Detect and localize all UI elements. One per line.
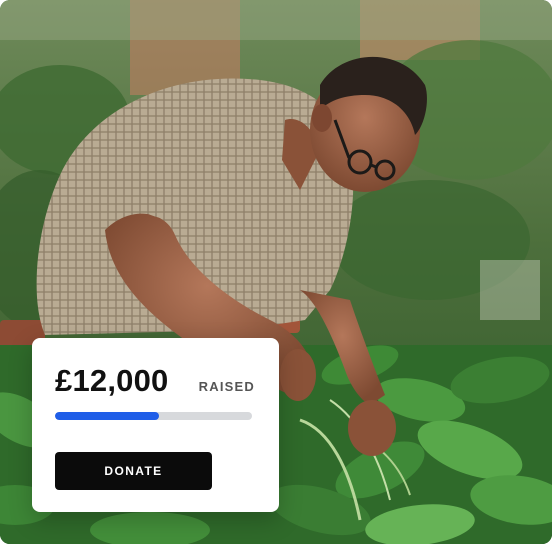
fundraiser-card: £12,000 RAISED DONATE <box>32 338 279 512</box>
progress-fill <box>55 412 160 420</box>
donate-button[interactable]: DONATE <box>55 452 212 490</box>
progress-bar <box>55 412 252 420</box>
hero-section: £12,000 RAISED DONATE <box>0 0 552 544</box>
amount-row: £12,000 RAISED <box>55 363 255 399</box>
amount-raised: £12,000 <box>55 363 169 398</box>
raised-label: RAISED <box>198 379 255 394</box>
